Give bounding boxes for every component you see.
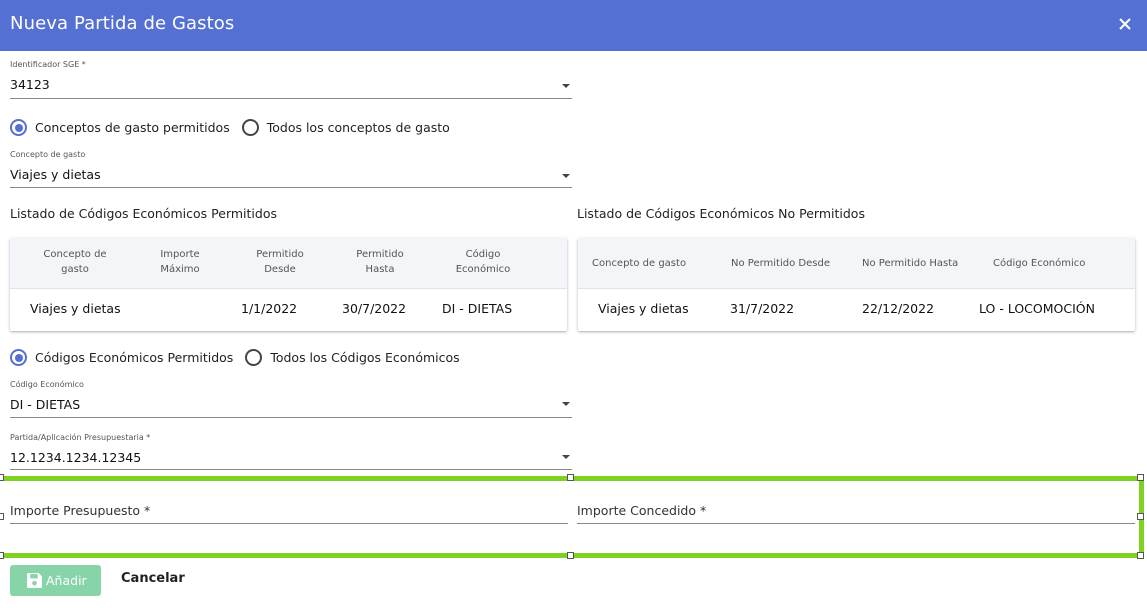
field-underline — [10, 98, 572, 99]
table-cell: DI - DIETAS — [442, 301, 513, 316]
concepto-gasto-select[interactable]: Concepto de gasto Viajes y dietas — [10, 150, 572, 190]
identificador-sge-select[interactable]: Identificador SGE * 34123 — [10, 60, 572, 100]
codigo-radio-group: Códigos Económicos Permitidos Todos los … — [10, 349, 472, 366]
column-header-concepto: Concepto de gasto — [43, 249, 107, 275]
chevron-down-icon — [562, 402, 570, 406]
importe-concedido-input[interactable]: Importe Concedido * — [577, 503, 1135, 525]
resize-handle[interactable] — [0, 513, 4, 520]
importe-concedido-placeholder: Importe Concedido * — [577, 503, 707, 518]
add-button-label: Añadir — [46, 573, 87, 588]
cancel-button[interactable]: Cancelar — [121, 571, 185, 586]
concepto-gasto-value: Viajes y dietas — [10, 167, 101, 182]
radio-checked-icon — [10, 119, 27, 136]
radio-label: Todos los conceptos de gasto — [266, 120, 450, 135]
radio-unchecked-icon — [245, 349, 263, 366]
resize-handle[interactable] — [1137, 552, 1144, 559]
table-cell: Viajes y dietas — [30, 301, 121, 316]
partida-presupuestaria-select[interactable]: Partida/Aplicación Presupuestaria * 12.1… — [10, 433, 572, 473]
field-underline — [10, 187, 572, 188]
table-cell: 22/12/2022 — [862, 301, 935, 316]
resize-handle[interactable] — [0, 474, 4, 481]
codigo-economico-select[interactable]: Código Económico DI - DIETAS — [10, 380, 572, 420]
partida-presupuestaria-value: 12.1234.1234.12345 — [10, 450, 142, 465]
column-header-codigo: Código Económico — [455, 249, 511, 275]
identificador-sge-label: Identificador SGE * — [10, 60, 86, 69]
resize-handle[interactable] — [1137, 474, 1144, 481]
field-underline — [10, 523, 568, 524]
close-icon[interactable] — [1115, 14, 1135, 34]
concepto-gasto-label: Concepto de gasto — [10, 150, 86, 159]
column-header-permitido-desde: Permitido Desde — [256, 249, 304, 275]
field-underline — [10, 469, 572, 470]
table-cell: 30/7/2022 — [342, 301, 407, 316]
permitidos-title: Listado de Códigos Económicos Permitidos — [10, 206, 277, 221]
resize-handle[interactable] — [567, 552, 574, 559]
radio-label: Todos los Códigos Económicos — [270, 350, 460, 365]
chevron-down-icon — [562, 174, 570, 178]
table-cell: Viajes y dietas — [598, 301, 689, 316]
permitidos-table: Concepto de gasto Importe Máximo Permitido… — [10, 238, 567, 331]
column-header-concepto: Concepto de gasto — [592, 258, 687, 269]
radio-codigos-permitidos[interactable]: Códigos Económicos Permitidos — [10, 349, 233, 366]
add-button[interactable]: Añadir — [10, 565, 101, 596]
chevron-down-icon — [562, 455, 570, 459]
resize-handle[interactable] — [0, 552, 4, 559]
column-header-importe: Importe Máximo — [160, 249, 200, 275]
partida-presupuestaria-label: Partida/Aplicación Presupuestaria * — [10, 433, 151, 442]
radio-label: Conceptos de gasto permitidos — [35, 120, 230, 135]
table-cell: 1/1/2022 — [241, 301, 298, 316]
radio-todos-conceptos[interactable]: Todos los conceptos de gasto — [241, 119, 450, 136]
resize-handle[interactable] — [567, 474, 574, 481]
radio-conceptos-permitidos[interactable]: Conceptos de gasto permitidos — [10, 119, 230, 136]
chevron-down-icon — [562, 84, 570, 88]
save-icon — [27, 573, 42, 588]
concepto-radio-group: Conceptos de gasto permitidos Todos los … — [10, 119, 462, 136]
table-header: Concepto de gasto No Permitido Desde No … — [578, 238, 1135, 289]
column-header-no-permitido-hasta: No Permitido Hasta — [862, 258, 959, 269]
field-underline — [10, 417, 572, 418]
resize-handle[interactable] — [1137, 513, 1144, 520]
column-header-permitido-hasta: Permitido Hasta — [356, 249, 404, 275]
radio-checked-icon — [10, 349, 27, 366]
table-cell: 31/7/2022 — [730, 301, 795, 316]
column-header-no-permitido-desde: No Permitido Desde — [731, 258, 830, 269]
no-permitidos-title: Listado de Códigos Económicos No Permiti… — [577, 206, 865, 221]
no-permitidos-table: Concepto de gasto No Permitido Desde No … — [578, 238, 1135, 331]
radio-unchecked-icon — [241, 119, 259, 136]
importe-presupuesto-placeholder: Importe Presupuesto * — [10, 503, 151, 518]
codigo-economico-value: DI - DIETAS — [10, 397, 81, 412]
radio-todos-codigos[interactable]: Todos los Códigos Económicos — [245, 349, 460, 366]
dialog-title: Nueva Partida de Gastos — [10, 13, 235, 34]
codigo-economico-label: Código Económico — [10, 380, 84, 389]
dialog-header: Nueva Partida de Gastos — [0, 0, 1147, 51]
table-cell: LO - LOCOMOCIÓN — [979, 301, 1095, 316]
importe-presupuesto-input[interactable]: Importe Presupuesto * — [10, 503, 568, 525]
field-underline — [577, 523, 1135, 524]
column-header-codigo: Código Económico — [993, 258, 1086, 269]
identificador-sge-value: 34123 — [10, 77, 50, 92]
radio-label: Códigos Económicos Permitidos — [35, 350, 234, 365]
table-header: Concepto de gasto Importe Máximo Permitido… — [10, 238, 567, 289]
